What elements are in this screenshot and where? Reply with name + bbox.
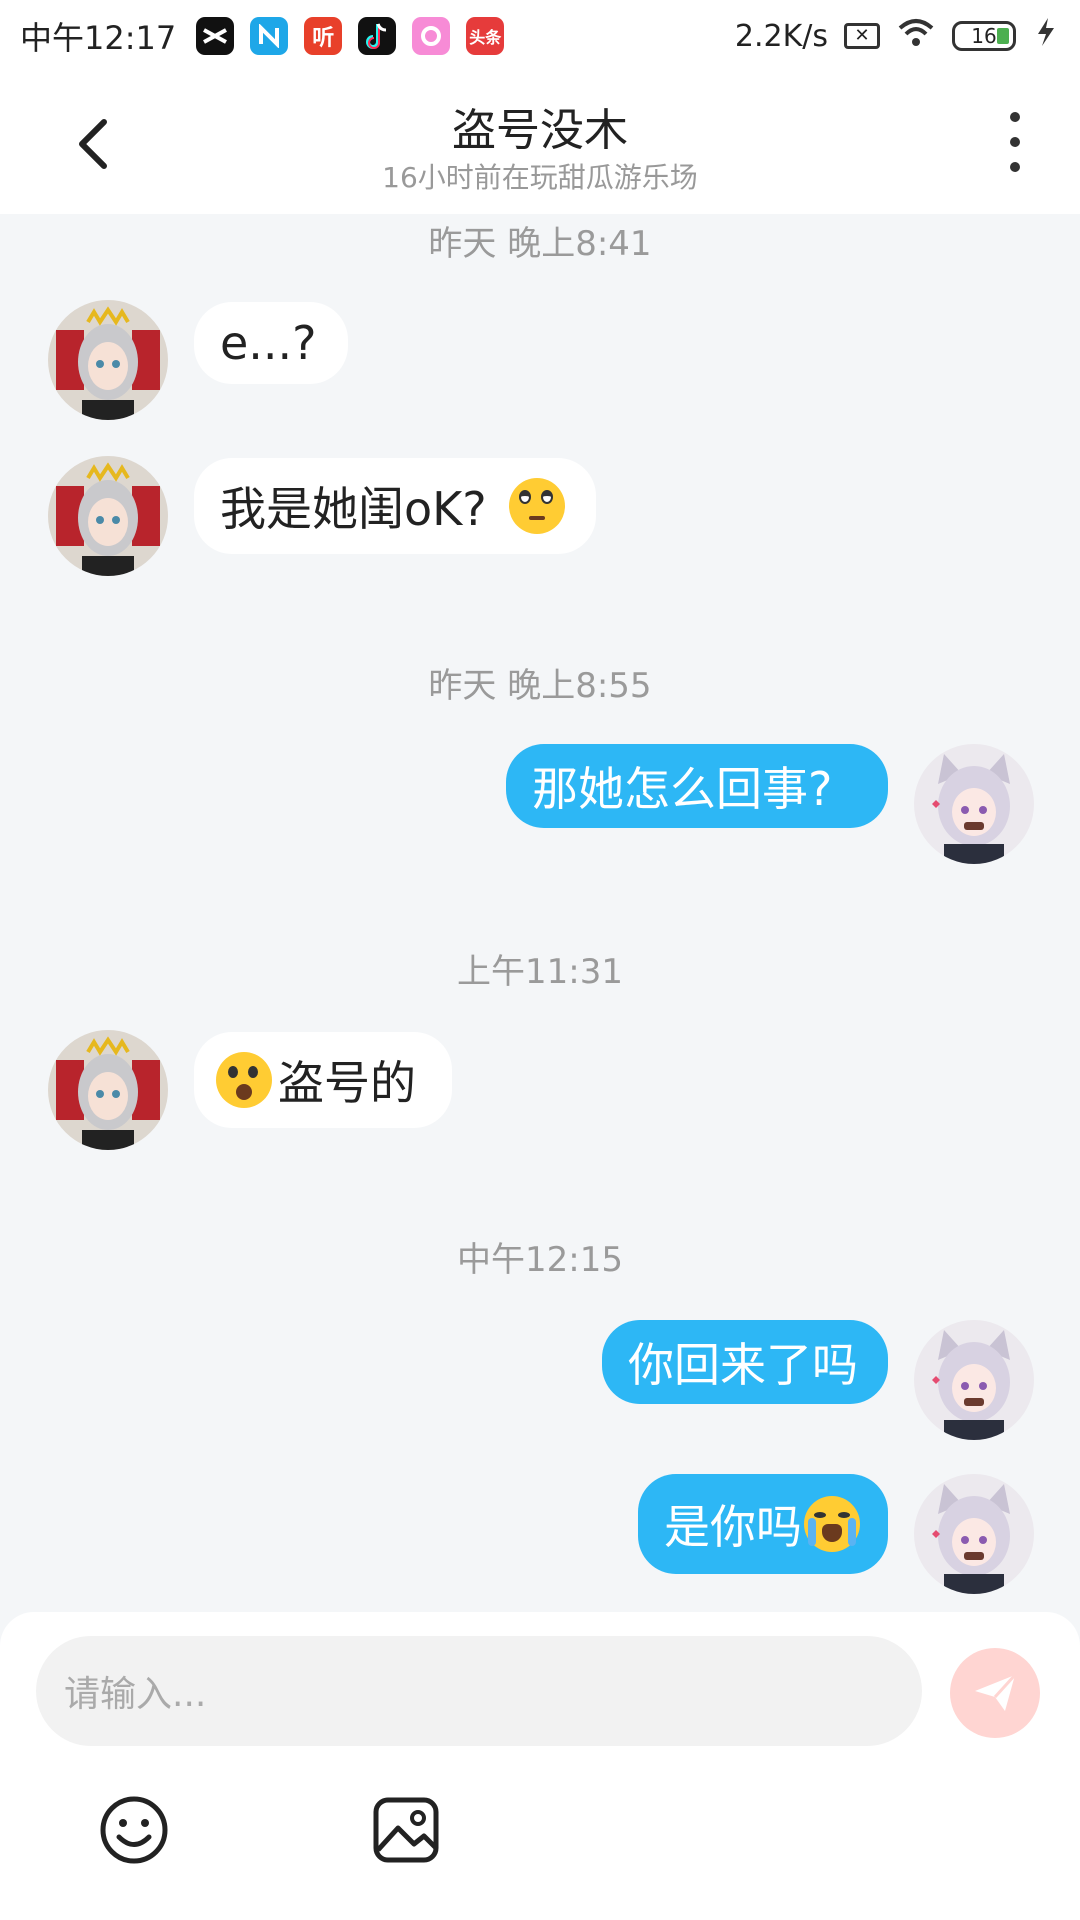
timestamp: 中午12:15 [457, 1240, 623, 1280]
more-vertical-icon [1010, 112, 1020, 122]
timestamp: 上午11:31 [457, 952, 623, 992]
message-input-placeholder: 请输入... [64, 1674, 207, 1715]
paper-plane-icon [975, 1673, 1017, 1711]
contact-avatar[interactable] [48, 1030, 168, 1150]
loudly-crying-face-icon [804, 1496, 860, 1552]
timestamp: 昨天 晚上8:55 [428, 666, 652, 706]
no-sim-icon: ✕ [844, 23, 880, 49]
face-with-rolling-eyes-icon [508, 478, 565, 534]
emoji-button[interactable] [98, 1794, 170, 1866]
charging-icon [1032, 16, 1060, 56]
capcut-icon [196, 17, 235, 55]
battery-icon: 16 [952, 21, 1016, 51]
n-icon [250, 17, 289, 55]
message-text: 我是她闺oK? [220, 482, 487, 536]
contact-avatar[interactable] [48, 456, 168, 576]
status-bar: 中午12:17 听 头条 2.2K/s ✕ 16 [0, 0, 1080, 72]
chat-title: 盗号没木 [452, 105, 628, 156]
outgoing-message[interactable]: 你回来了吗 [602, 1320, 888, 1404]
image-button[interactable] [370, 1794, 442, 1866]
contact-avatar[interactable] [48, 300, 168, 420]
my-avatar[interactable] [914, 1474, 1034, 1594]
my-avatar[interactable] [914, 1320, 1034, 1440]
message-text: 盗号的 [278, 1056, 416, 1110]
chat-header: 盗号没木 16小时前在玩甜瓜游乐场 [0, 72, 1080, 214]
my-avatar[interactable] [914, 744, 1034, 864]
composer-panel: 请输入... [0, 1612, 1080, 1920]
message-text: 是你吗 [664, 1500, 802, 1554]
toutiao-icon: 头条 [466, 17, 505, 55]
smiley-icon [100, 1796, 168, 1864]
chat-subtitle: 16小时前在玩甜瓜游乐场 [382, 161, 698, 194]
message-text: 你回来了吗 [628, 1338, 858, 1392]
incoming-message[interactable]: 我是她闺oK? [194, 458, 596, 554]
notification-icons: 听 头条 [196, 17, 505, 55]
image-icon [373, 1797, 439, 1863]
outgoing-message[interactable]: 是你吗 [638, 1474, 888, 1574]
message-input[interactable]: 请输入... [36, 1636, 922, 1746]
incoming-message[interactable]: 盗号的 [194, 1032, 452, 1128]
status-time: 中午12:17 [20, 19, 177, 57]
anguished-face-icon [216, 1052, 272, 1108]
more-options-button[interactable] [1000, 112, 1030, 172]
outgoing-message[interactable]: 那她怎么回事? [506, 744, 888, 828]
message-text: 那她怎么回事? [532, 762, 833, 816]
tiktok-icon [358, 17, 397, 55]
timestamp: 昨天 晚上8:41 [428, 224, 652, 264]
message-text: e...? [220, 316, 317, 370]
camera-app-icon [412, 17, 451, 55]
incoming-message[interactable]: e...? [194, 302, 348, 384]
battery-level: 16 [971, 24, 997, 48]
ting-icon: 听 [304, 17, 343, 55]
network-speed: 2.2K/s [734, 18, 828, 54]
wifi-icon [896, 16, 936, 56]
send-button[interactable] [950, 1648, 1040, 1738]
